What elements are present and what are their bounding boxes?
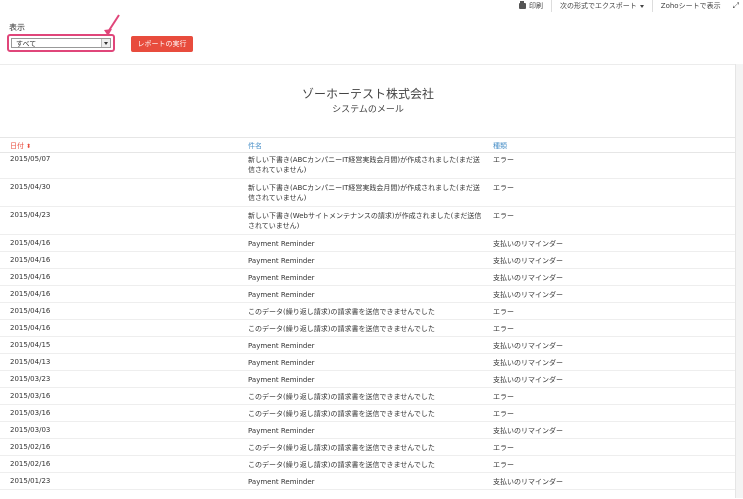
cell-subject: 新しい下書き(ABCカンパニーIT経営実践会月間)が作成されました(まだ送信され… [248, 156, 480, 174]
table-row: 2015/04/16 Payment Reminder 支払いのリマインダー [0, 269, 736, 286]
cell-date: 2015/02/16 [10, 443, 51, 451]
table-row: 2015/04/16 Payment Reminder 支払いのリマインダー [0, 252, 736, 269]
cell-type: 支払いのリマインダー [493, 274, 563, 282]
cell-subject: Payment Reminder [248, 376, 315, 384]
cell-date: 2015/04/15 [10, 341, 51, 349]
cell-type: エラー [493, 393, 514, 401]
cell-type: 支払いのリマインダー [493, 240, 563, 248]
cell-date: 2015/04/13 [10, 358, 51, 366]
column-header-type[interactable]: 種類 [493, 141, 507, 151]
cell-date: 2015/04/16 [10, 307, 51, 315]
expand-icon[interactable]: ⤢ [729, 1, 743, 11]
column-header-date[interactable]: 日付 ⬍ [10, 141, 31, 151]
table-row: 2015/04/16 Payment Reminder 支払いのリマインダー [0, 235, 736, 252]
cell-date: 2015/03/16 [10, 409, 51, 417]
cell-subject: このデータ(繰り返し請求)の請求書を送信できませんでした [248, 308, 435, 316]
chevron-down-icon [101, 39, 110, 47]
table-row: 2015/03/03 Payment Reminder 支払いのリマインダー [0, 422, 736, 439]
table-row: 2015/01/23 Payment Reminder 支払いのリマインダー [0, 473, 736, 490]
report-area: ゾーホーテスト株式会社 システムのメール 日付 ⬍ 件名 種類 2015/05/0… [0, 64, 736, 499]
cell-type: エラー [493, 212, 514, 220]
zoho-sheet-label: Zohoシートで表示 [660, 2, 721, 10]
filter-select[interactable]: すべて [11, 38, 111, 48]
cell-subject: 新しい下書き(ABCカンパニーIT経営実践会月間)が作成されました(まだ送信され… [248, 184, 480, 202]
cell-date: 2015/01/23 [10, 477, 51, 485]
cell-subject: Payment Reminder [248, 359, 315, 367]
pointer-arrow-icon [104, 14, 120, 36]
cell-type: エラー [493, 325, 514, 333]
table-row: 2015/05/07 新しい下書き(ABCカンパニーIT経営実践会月間)が作成され… [0, 151, 736, 179]
table-body: 2015/05/07 新しい下書き(ABCカンパニーIT経営実践会月間)が作成され… [0, 151, 736, 490]
cell-subject: このデータ(繰り返し請求)の請求書を送信できませんでした [248, 325, 435, 333]
cell-type: 支払いのリマインダー [493, 478, 563, 486]
cell-subject: このデータ(繰り返し請求)の請求書を送信できませんでした [248, 393, 435, 401]
cell-type: エラー [493, 308, 514, 316]
cell-date: 2015/04/16 [10, 324, 51, 332]
cell-type: 支払いのリマインダー [493, 376, 563, 384]
print-button[interactable]: 印刷 [511, 0, 551, 12]
cell-date: 2015/04/16 [10, 273, 51, 281]
cell-date: 2015/04/16 [10, 256, 51, 264]
cell-type: 支払いのリマインダー [493, 359, 563, 367]
print-label: 印刷 [528, 2, 543, 10]
cell-type: エラー [493, 410, 514, 418]
chevron-down-icon [639, 4, 644, 8]
cell-subject: このデータ(繰り返し請求)の請求書を送信できませんでした [248, 461, 435, 469]
export-dropdown[interactable]: 次の形式でエクスポート [550, 0, 652, 12]
table-row: 2015/04/16 このデータ(繰り返し請求)の請求書を送信できませんでした エラ… [0, 303, 736, 320]
cell-subject: Payment Reminder [248, 257, 315, 265]
filter-highlight: すべて [7, 34, 115, 52]
cell-type: エラー [493, 156, 514, 164]
table-row: 2015/04/13 Payment Reminder 支払いのリマインダー [0, 354, 736, 371]
company-name: ゾーホーテスト株式会社 [301, 87, 434, 101]
export-label: 次の形式でエクスポート [559, 2, 637, 10]
vertical-scrollbar[interactable] [735, 64, 743, 498]
cell-subject: Payment Reminder [248, 478, 315, 486]
cell-date: 2015/03/16 [10, 392, 51, 400]
table-row: 2015/03/23 Payment Reminder 支払いのリマインダー [0, 371, 736, 388]
cell-subject: Payment Reminder [248, 291, 315, 299]
run-report-button[interactable]: レポートの実行 [131, 36, 193, 52]
cell-subject: Payment Reminder [248, 342, 315, 350]
printer-icon [518, 1, 526, 9]
cell-date: 2015/03/03 [10, 426, 51, 434]
table-row: 2015/02/16 このデータ(繰り返し請求)の請求書を送信できませんでした エラ… [0, 439, 736, 456]
table-row: 2015/04/16 Payment Reminder 支払いのリマインダー [0, 286, 736, 303]
report-title: システムのメール [332, 105, 404, 115]
cell-type: エラー [493, 184, 514, 192]
table-row: 2015/04/30 新しい下書き(ABCカンパニーIT経営実践会月間)が作成され… [0, 179, 736, 207]
cell-subject: Payment Reminder [248, 427, 315, 435]
cell-type: 支払いのリマインダー [493, 427, 563, 435]
filter-label: 表示 [9, 23, 25, 32]
column-header-date-label: 日付 [10, 142, 24, 150]
table-row: 2015/04/15 Payment Reminder 支払いのリマインダー [0, 337, 736, 354]
cell-subject: このデータ(繰り返し請求)の請求書を送信できませんでした [248, 410, 435, 418]
cell-subject: Payment Reminder [248, 274, 315, 282]
cell-subject: Payment Reminder [248, 240, 315, 248]
cell-date: 2015/04/16 [10, 290, 51, 298]
cell-date: 2015/02/16 [10, 460, 51, 468]
cell-type: 支払いのリマインダー [493, 257, 563, 265]
cell-type: 支払いのリマインダー [493, 291, 563, 299]
table-row: 2015/03/16 このデータ(繰り返し請求)の請求書を送信できませんでした エラ… [0, 405, 736, 422]
table-row: 2015/02/16 このデータ(繰り返し請求)の請求書を送信できませんでした エラ… [0, 456, 736, 473]
table-row: 2015/04/23 新しい下書き(Webサイトメンテナンスの請求)が作成されまし… [0, 207, 736, 235]
cell-date: 2015/04/16 [10, 239, 51, 247]
sort-icon: ⬍ [26, 143, 32, 150]
top-toolbar: 印刷 次の形式でエクスポート Zohoシートで表示 ⤢ [0, 0, 743, 12]
table-row: 2015/03/16 このデータ(繰り返し請求)の請求書を送信できませんでした エラ… [0, 388, 736, 405]
cell-subject: このデータ(繰り返し請求)の請求書を送信できませんでした [248, 444, 435, 452]
cell-subject: 新しい下書き(Webサイトメンテナンスの請求)が作成されました(まだ送信されてい… [248, 212, 482, 230]
cell-date: 2015/05/07 [10, 155, 51, 163]
filter-selected-value: すべて [16, 40, 37, 48]
cell-date: 2015/04/23 [10, 211, 51, 219]
cell-type: エラー [493, 461, 514, 469]
column-header-subject[interactable]: 件名 [248, 141, 262, 151]
table-row: 2015/04/16 このデータ(繰り返し請求)の請求書を送信できませんでした エラ… [0, 320, 736, 337]
zoho-sheet-button[interactable]: Zohoシートで表示 [651, 0, 729, 12]
cell-date: 2015/03/23 [10, 375, 51, 383]
cell-type: エラー [493, 444, 514, 452]
cell-date: 2015/04/30 [10, 183, 51, 191]
cell-type: 支払いのリマインダー [493, 342, 563, 350]
